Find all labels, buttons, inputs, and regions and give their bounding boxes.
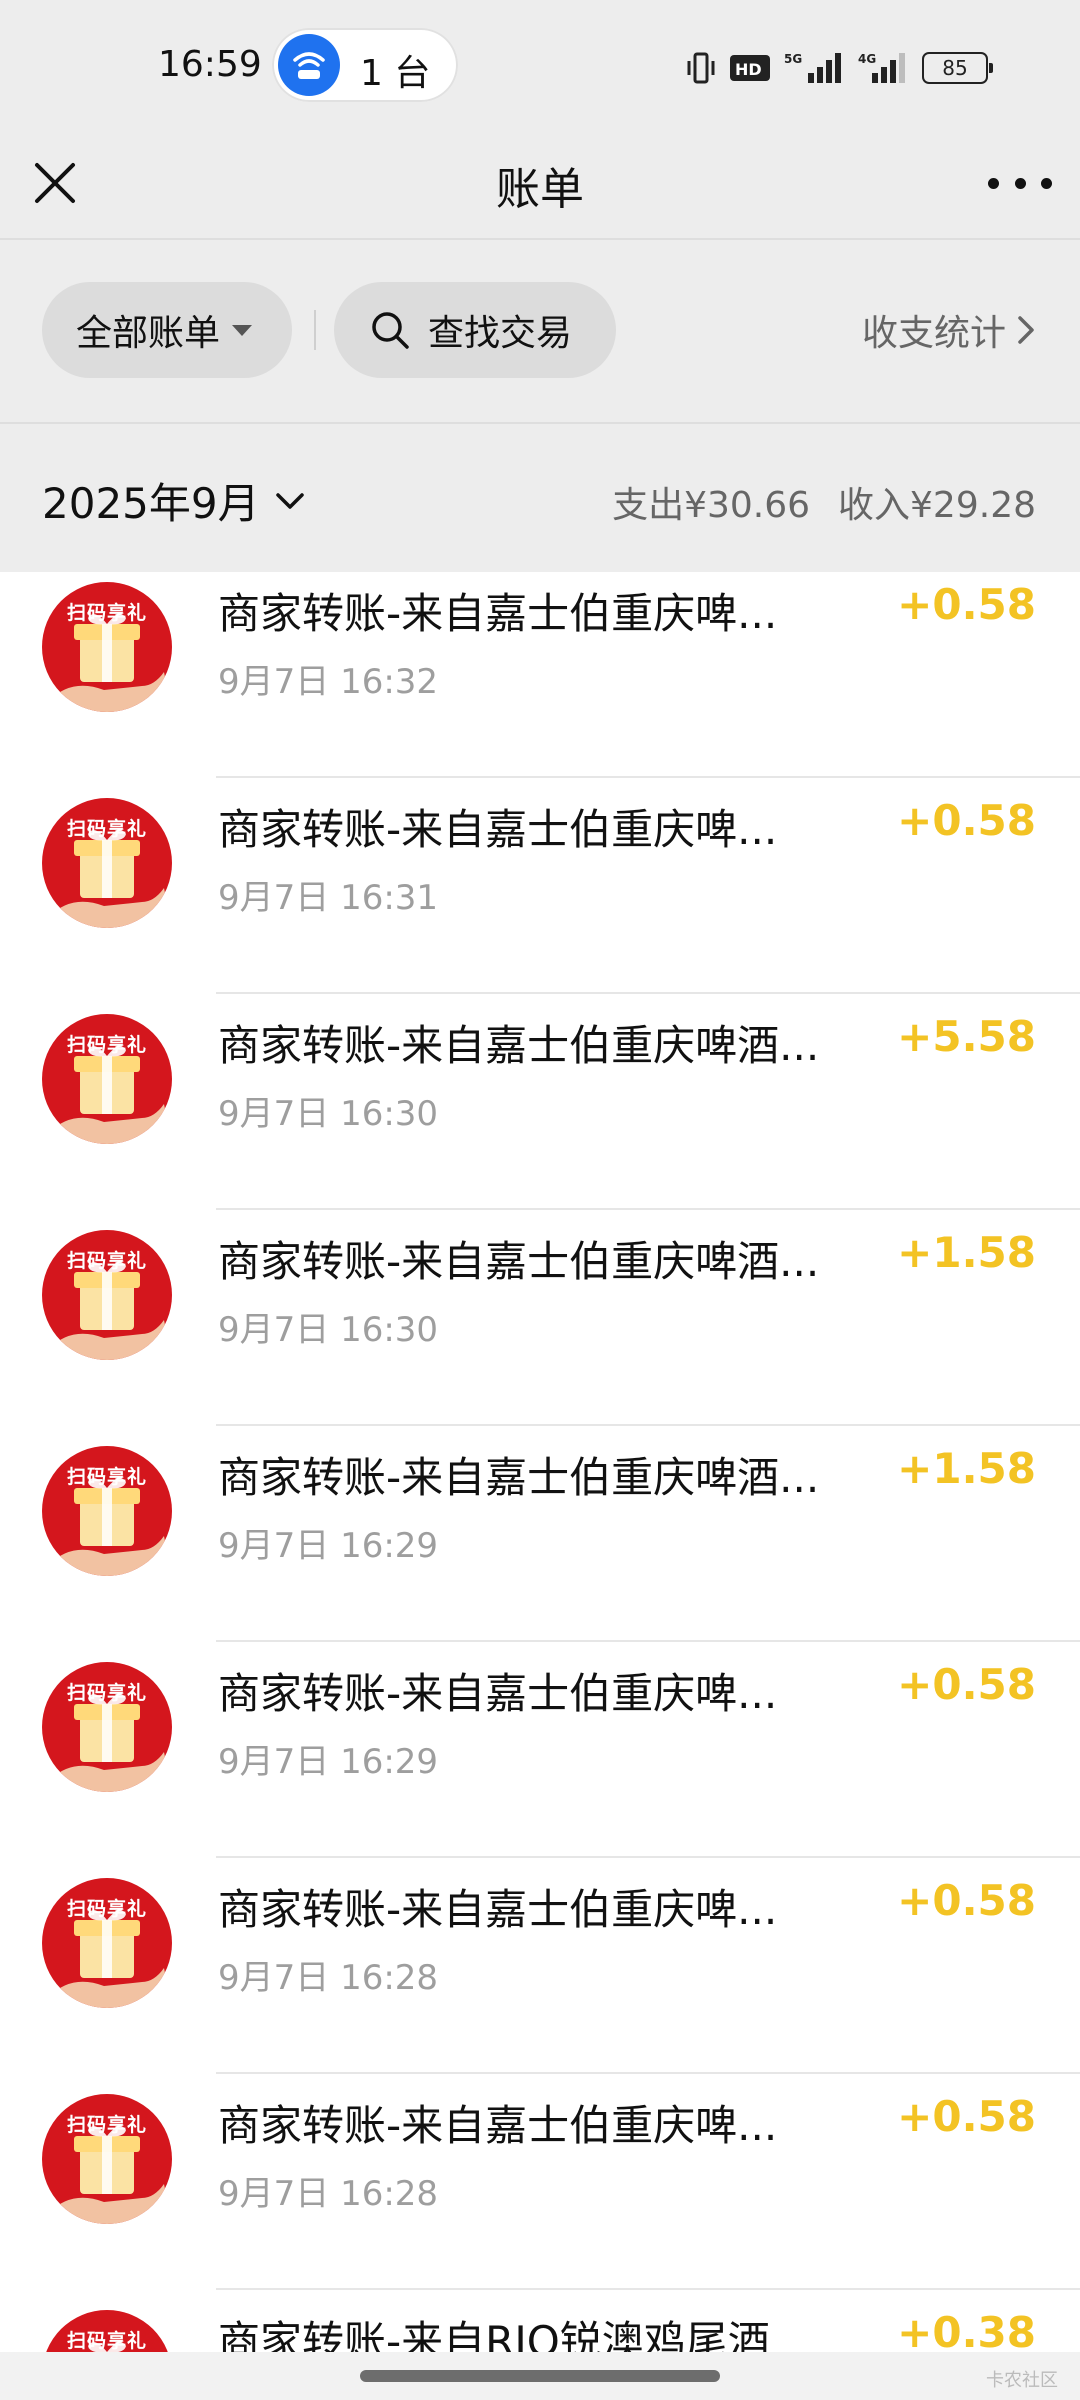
month-header: 2025年9月 支出¥30.66 收入¥29.28 bbox=[0, 424, 1080, 572]
battery-indicator: 85 bbox=[922, 52, 993, 84]
status-bar: 16:59 1 台 HD 5G 4G 85 bbox=[0, 0, 1080, 140]
income-expense-stats-link[interactable]: 收支统计 bbox=[862, 304, 1036, 356]
transaction-title: 商家转账-来自嘉士伯重庆啤... bbox=[218, 1885, 778, 1934]
signal-4g-icon: 4G bbox=[858, 52, 905, 83]
transaction-row[interactable]: 扫码享礼 商家转账-来自嘉士伯重庆啤... 9月7日 16:28 +0.58 bbox=[0, 1858, 1080, 2074]
merchant-avatar: 扫码享礼 bbox=[42, 1878, 172, 2008]
transaction-time: 9月7日 16:32 bbox=[218, 662, 439, 702]
avatar-badge-text: 扫码享礼 bbox=[66, 1034, 147, 1056]
more-dot-icon bbox=[1014, 177, 1026, 189]
transaction-amount: +0.58 bbox=[897, 796, 1036, 845]
transaction-list: 扫码享礼 商家转账-来自嘉士伯重庆啤... 9月7日 16:32 +0.58 扫码享礼商… bbox=[0, 572, 1080, 2362]
month-income: 收入¥29.28 bbox=[838, 485, 1036, 526]
transaction-amount: +0.58 bbox=[897, 2092, 1036, 2141]
filter-bar: 全部账单 查找交易 收支统计 bbox=[0, 240, 1080, 424]
transaction-amount: +0.58 bbox=[897, 1660, 1036, 1709]
search-label: 查找交易 bbox=[428, 313, 573, 354]
merchant-avatar: 扫码享礼 bbox=[42, 582, 172, 712]
month-selector[interactable]: 2025年9月 bbox=[42, 470, 306, 531]
more-dot-icon bbox=[1041, 177, 1052, 189]
merchant-avatar: 扫码享礼 bbox=[42, 1446, 172, 1576]
all-bills-label: 全部账单 bbox=[76, 313, 221, 354]
month-summary: 支出¥30.66 收入¥29.28 bbox=[612, 476, 1036, 528]
transaction-amount: +0.38 bbox=[897, 2308, 1036, 2357]
month-expense: 支出¥30.66 bbox=[612, 485, 811, 526]
transaction-time: 9月7日 16:29 bbox=[218, 1742, 439, 1782]
watermark: 卡农社区 bbox=[986, 2370, 1058, 2391]
transaction-row[interactable]: 扫码享礼 商家转账-来自嘉士伯重庆啤... 9月7日 16:29 +0.58 bbox=[0, 1642, 1080, 1858]
svg-text:5G: 5G bbox=[784, 52, 802, 66]
transaction-row[interactable]: 扫码享礼 商家转账-来自嘉士伯重庆啤... 9月7日 16:32 +0.58 bbox=[0, 572, 1080, 778]
transaction-row[interactable]: 扫码享礼 商家转账-来自嘉士伯重庆啤酒... 9月7日 16:30 +1.58 bbox=[0, 1210, 1080, 1426]
transaction-title: 商家转账-来自嘉士伯重庆啤... bbox=[218, 1669, 778, 1718]
transaction-title: 商家转账-来自嘉士伯重庆啤... bbox=[218, 589, 778, 638]
svg-text:4G: 4G bbox=[858, 52, 876, 66]
transaction-title: 商家转账-来自嘉士伯重庆啤酒... bbox=[218, 1237, 820, 1286]
transaction-time: 9月7日 16:30 bbox=[218, 1094, 439, 1134]
more-dot-icon bbox=[988, 177, 999, 189]
search-icon bbox=[372, 312, 409, 349]
transaction-title: 商家转账-来自嘉士伯重庆啤酒... bbox=[218, 1021, 820, 1070]
home-indicator[interactable] bbox=[360, 2370, 720, 2382]
transaction-time: 9月7日 16:30 bbox=[218, 1310, 439, 1350]
transaction-amount: +1.58 bbox=[897, 1444, 1036, 1493]
transaction-row[interactable]: 扫码享礼 商家转账-来自嘉士伯重庆啤酒... 9月7日 16:30 +5.58 bbox=[0, 994, 1080, 1210]
hotspot-icon bbox=[278, 34, 340, 96]
transaction-title: 商家转账-来自嘉士伯重庆啤... bbox=[218, 805, 778, 854]
status-time: 16:59 bbox=[158, 44, 262, 85]
page-title: 账单 bbox=[496, 164, 584, 215]
close-button[interactable] bbox=[32, 160, 78, 206]
avatar-badge-text: 扫码享礼 bbox=[66, 1466, 147, 1488]
svg-text:HD: HD bbox=[735, 60, 762, 79]
avatar-badge-text: 扫码享礼 bbox=[66, 1898, 147, 1920]
hotspot-count: 1 台 bbox=[360, 53, 431, 94]
transaction-time: 9月7日 16:28 bbox=[218, 2174, 439, 2214]
chevron-right-icon bbox=[1018, 316, 1034, 344]
month-label: 2025年9月 bbox=[42, 479, 260, 528]
merchant-avatar: 扫码享礼 bbox=[42, 798, 172, 928]
transaction-time: 9月7日 16:29 bbox=[218, 1526, 439, 1566]
transaction-time: 9月7日 16:31 bbox=[218, 878, 439, 918]
transaction-time: 9月7日 16:28 bbox=[218, 1958, 439, 1998]
avatar-badge-text: 扫码享礼 bbox=[66, 1682, 147, 1704]
merchant-avatar: 扫码享礼 bbox=[42, 2094, 172, 2224]
merchant-avatar: 扫码享礼 bbox=[42, 1230, 172, 1360]
avatar-badge-text: 扫码享礼 bbox=[66, 1250, 147, 1272]
transaction-amount: +1.58 bbox=[897, 1228, 1036, 1277]
more-button[interactable] bbox=[988, 160, 1052, 206]
signal-5g-icon: 5G bbox=[784, 52, 841, 83]
avatar-badge-text: 扫码享礼 bbox=[66, 2330, 147, 2352]
transaction-row[interactable]: 扫码享礼 商家转账-来自嘉士伯重庆啤酒... 9月7日 16:29 +1.58 bbox=[0, 1426, 1080, 1642]
stats-label: 收支统计 bbox=[861, 313, 1006, 354]
transaction-title: 商家转账-来自嘉士伯重庆啤... bbox=[218, 2101, 778, 2150]
home-bar-area: 卡农社区 bbox=[0, 2352, 1080, 2400]
vibrate-icon bbox=[687, 52, 715, 84]
nav-bar: 账单 bbox=[0, 140, 1080, 240]
hotspot-pill[interactable]: 1 台 bbox=[272, 28, 458, 102]
merchant-avatar: 扫码享礼 bbox=[42, 1014, 172, 1144]
transaction-amount: +0.58 bbox=[897, 1876, 1036, 1925]
caret-down-icon bbox=[232, 324, 253, 336]
avatar-badge-text: 扫码享礼 bbox=[66, 818, 147, 840]
avatar-badge-text: 扫码享礼 bbox=[66, 602, 147, 624]
transaction-amount: +0.58 bbox=[897, 580, 1036, 629]
search-transactions-button[interactable]: 查找交易 bbox=[334, 282, 616, 378]
hd-icon: HD bbox=[730, 55, 770, 81]
transaction-row[interactable]: 扫码享礼 商家转账-来自嘉士伯重庆啤... 9月7日 16:28 +0.58 bbox=[0, 2074, 1080, 2290]
transaction-row[interactable]: 扫码享礼 商家转账-来自嘉士伯重庆啤... 9月7日 16:31 +0.58 bbox=[0, 778, 1080, 994]
avatar-badge-text: 扫码享礼 bbox=[66, 2114, 147, 2136]
chevron-down-icon bbox=[275, 492, 304, 509]
transaction-title: 商家转账-来自嘉士伯重庆啤酒... bbox=[218, 1453, 820, 1502]
status-icons: HD 5G 4G 85 bbox=[686, 48, 993, 88]
merchant-avatar: 扫码享礼 bbox=[42, 1662, 172, 1792]
close-icon bbox=[35, 163, 75, 203]
filter-divider bbox=[314, 310, 316, 350]
all-bills-dropdown[interactable]: 全部账单 bbox=[42, 282, 292, 378]
transaction-amount: +5.58 bbox=[897, 1012, 1036, 1061]
